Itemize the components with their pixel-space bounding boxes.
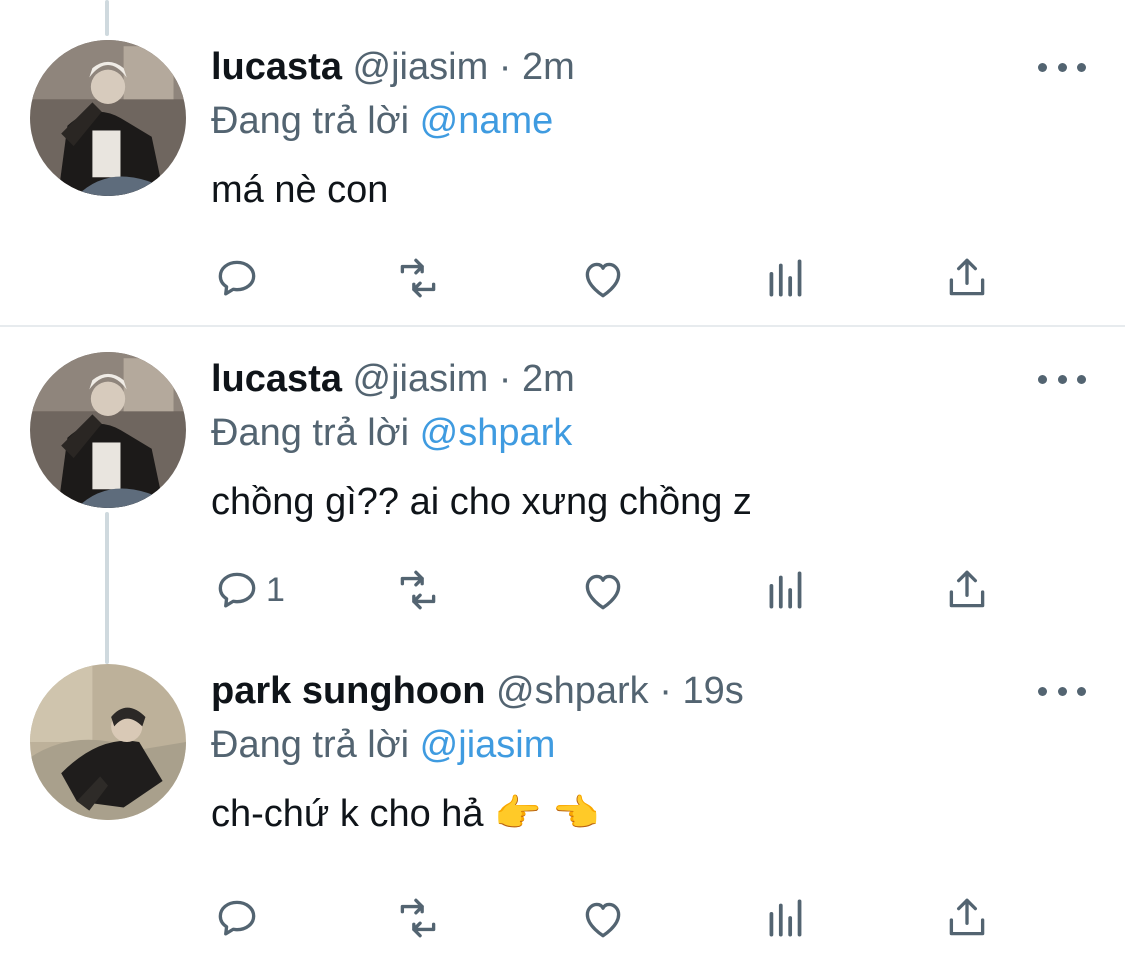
share-icon	[949, 898, 985, 936]
like-button[interactable]	[578, 562, 628, 618]
action-bar	[0, 890, 1125, 946]
more-icon[interactable]	[1038, 678, 1086, 704]
retweet-icon	[400, 258, 436, 298]
reply-icon	[218, 572, 256, 608]
avatar[interactable]	[30, 352, 186, 508]
mention-link[interactable]: @jiasim	[420, 724, 556, 766]
avatar[interactable]	[30, 664, 186, 820]
reply-button[interactable]	[212, 250, 266, 306]
analytics-button[interactable]	[761, 562, 811, 618]
avatar[interactable]	[30, 40, 186, 196]
more-icon[interactable]	[1038, 54, 1086, 80]
handle[interactable]: @shpark	[496, 670, 649, 712]
reply-button[interactable]: 1	[212, 562, 285, 618]
replying-to: Đang trả lời @jiasim	[211, 722, 555, 768]
reply-button[interactable]	[212, 890, 266, 946]
analytics-button[interactable]	[761, 250, 811, 306]
analytics-icon	[769, 259, 802, 297]
share-button[interactable]	[942, 562, 992, 618]
retweet-icon	[400, 898, 436, 938]
replying-prefix: Đang trả lời	[211, 100, 410, 142]
separator: ·	[659, 670, 672, 712]
retweet-button[interactable]	[393, 250, 443, 306]
reply-icon	[218, 900, 256, 936]
tweet-text: chồng gì?? ai cho xưng chồng z	[211, 481, 752, 523]
share-icon	[949, 258, 985, 296]
mention-link[interactable]: @name	[420, 100, 554, 142]
action-bar: 1	[0, 562, 1125, 618]
like-button[interactable]	[578, 890, 628, 946]
replying-to: Đang trả lời @name	[211, 98, 553, 144]
replying-prefix: Đang trả lời	[211, 412, 410, 454]
share-icon	[949, 570, 985, 608]
like-button[interactable]	[578, 250, 628, 306]
separator: ·	[498, 46, 512, 88]
replying-prefix: Đang trả lời	[211, 724, 410, 766]
handle[interactable]: @jiasim	[353, 358, 489, 400]
share-button[interactable]	[942, 890, 992, 946]
analytics-icon	[769, 899, 802, 937]
avatar-photo-icon	[30, 664, 186, 820]
tweet[interactable]: lucasta @jiasim · 2m Đang trả lời @shpar…	[0, 312, 1125, 642]
heart-icon	[585, 574, 621, 610]
tweet-header: lucasta @jiasim · 2m	[211, 356, 575, 402]
timestamp[interactable]: 2m	[522, 46, 575, 88]
tweet-header: lucasta @jiasim · 2m	[211, 44, 575, 90]
separator: ·	[498, 358, 512, 400]
analytics-icon	[769, 571, 802, 609]
analytics-button[interactable]	[761, 890, 811, 946]
retweet-icon	[400, 570, 436, 610]
tweet-header: park sunghoon @shpark · 19s	[211, 668, 744, 714]
share-button[interactable]	[942, 250, 992, 306]
action-bar	[0, 250, 1125, 306]
timestamp[interactable]: 2m	[522, 358, 575, 400]
display-name[interactable]: lucasta	[211, 46, 342, 88]
timestamp[interactable]: 19s	[682, 670, 743, 712]
more-icon[interactable]	[1038, 366, 1086, 392]
heart-icon	[585, 902, 621, 938]
tweet[interactable]: park sunghoon @shpark · 19s Đang trả lời…	[0, 624, 1125, 964]
heart-icon	[585, 262, 621, 298]
avatar-photo-icon	[30, 352, 186, 508]
replying-to: Đang trả lời @shpark	[211, 410, 572, 456]
avatar-photo-icon	[30, 40, 186, 196]
tweet-text: má nè con	[211, 169, 389, 211]
tweet[interactable]: lucasta @jiasim · 2m Đang trả lời @name …	[0, 0, 1125, 326]
handle[interactable]: @jiasim	[353, 46, 489, 88]
tweet-text: ch-chứ k cho hả 👉 👈	[211, 793, 600, 835]
retweet-button[interactable]	[393, 562, 443, 618]
display-name[interactable]: park sunghoon	[211, 670, 485, 712]
retweet-button[interactable]	[393, 890, 443, 946]
reply-icon	[218, 260, 256, 296]
display-name[interactable]: lucasta	[211, 358, 342, 400]
mention-link[interactable]: @shpark	[420, 412, 573, 454]
reply-count: 1	[266, 570, 285, 609]
